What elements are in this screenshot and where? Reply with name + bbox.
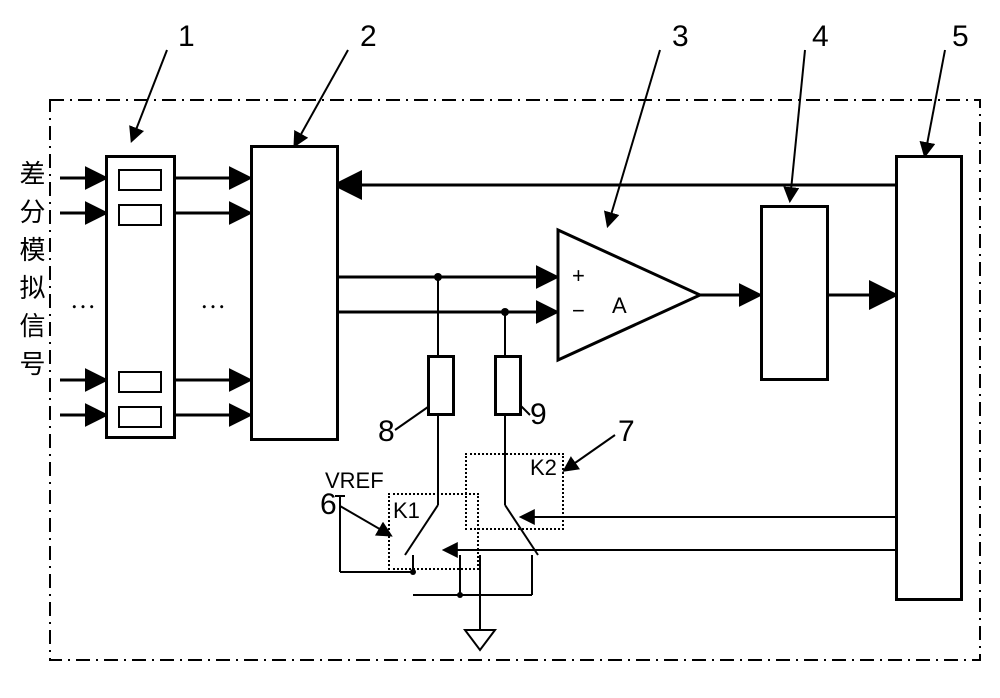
k1-label: K1 [393,498,420,524]
block-4 [760,205,829,381]
callout-5: 5 [952,20,969,54]
resistor-icon [118,406,162,428]
svg-text:+: + [572,263,585,288]
callout-4: 4 [812,20,829,54]
callout-8: 8 [378,415,395,449]
k2-label: K2 [530,455,557,481]
block-1 [105,155,176,439]
block-2 [250,145,339,441]
resistor-icon [118,169,162,191]
svg-text:−: − [572,298,585,323]
resistor-icon [118,371,162,393]
callout-2: 2 [360,20,377,54]
block-5 [895,155,963,601]
svg-text:…: … [70,285,100,314]
callout-7: 7 [618,415,635,449]
callout-9: 9 [530,398,547,432]
callout-3: 3 [672,20,689,54]
amp-label: A [612,293,627,319]
resistor-8 [427,355,455,416]
resistor-icon [118,204,162,226]
input-label: 差分模拟信号 [12,160,49,460]
resistor-9 [494,355,522,416]
vref-label: VREF [325,468,384,494]
callout-1: 1 [178,20,195,54]
svg-text:…: … [200,285,230,314]
